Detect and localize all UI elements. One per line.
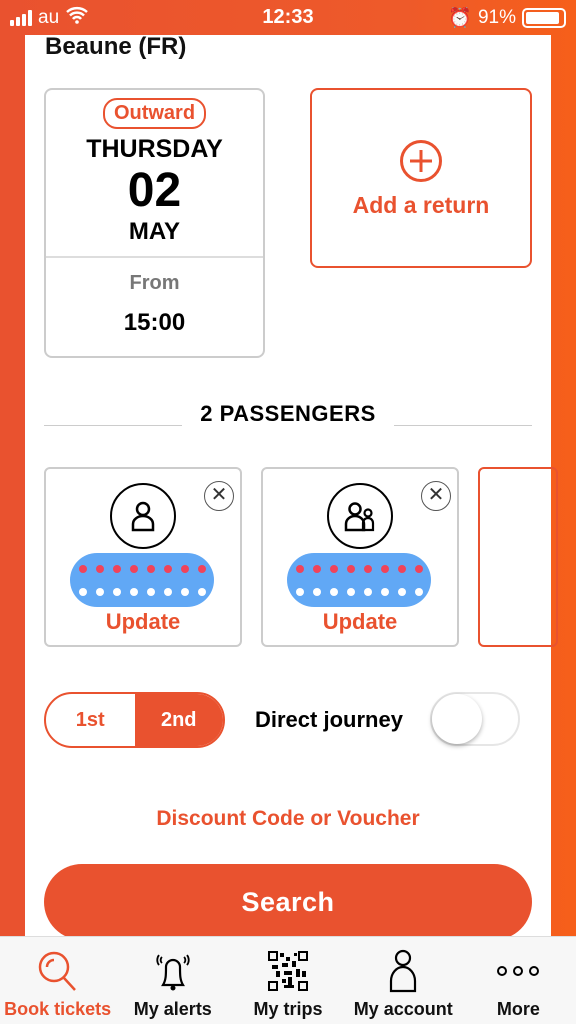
battery-icon [522,8,566,28]
direct-journey-label: Direct journey [255,707,403,732]
status-bar: au 12:33 ⏰ 91% [0,0,576,35]
passenger-card[interactable]: ✕ No card Update [261,467,459,647]
family-icon [327,483,393,549]
bell-icon [156,954,190,991]
passengers-title: 2 PASSENGERS [44,401,532,429]
remove-passenger-icon[interactable]: ✕ [421,481,451,511]
tab-bar: Book tickets My alerts My trips My accou… [0,936,576,1024]
direct-journey-toggle[interactable] [430,692,520,746]
person-icon [390,949,417,993]
adult-icon [110,483,176,549]
update-link[interactable]: Update [263,609,457,635]
add-return-label: Add a return [352,192,490,218]
qr-code-icon [268,951,308,991]
outward-date-card[interactable]: Outward THURSDAY 02 MAY From 15:00 [44,88,265,358]
add-return-button[interactable]: Add a return [310,88,532,268]
discount-code-link[interactable]: Discount Code or Voucher [25,807,551,831]
plus-circle-icon [400,140,442,182]
weekday: THURSDAY [86,135,223,163]
departure-time[interactable]: 15:00 [46,309,263,337]
redaction-mark [70,553,214,607]
battery-percent: 91% [477,7,516,28]
tab-my-account[interactable]: My account [346,937,461,1024]
passenger-card[interactable]: ✕ No card Update [44,467,242,647]
class-selector[interactable]: 1st 2nd [44,692,225,748]
search-icon [38,951,76,991]
tab-my-alerts[interactable]: My alerts [115,937,230,1024]
tab-more[interactable]: More [461,937,576,1024]
redaction-mark [287,553,431,607]
outward-badge: Outward [102,98,207,129]
booking-card: Beaune (FR) Outward THURSDAY 02 MAY From… [25,33,558,940]
day: 02 [127,164,182,217]
class-2nd-option[interactable]: 2nd [134,694,223,746]
class-1st-option[interactable]: 1st [46,694,135,746]
search-button[interactable]: Search [44,864,532,940]
destination[interactable]: Beaune (FR) [45,33,186,61]
from-label: From [129,272,180,294]
alarm-icon: ⏰ [448,8,472,29]
update-link[interactable]: Update [46,609,240,635]
remove-passenger-icon[interactable]: ✕ [204,481,234,511]
more-icon [497,966,540,976]
month: MAY [128,218,181,245]
tab-book-tickets[interactable]: Book tickets [0,937,115,1024]
tab-my-trips[interactable]: My trips [230,937,345,1024]
add-passenger-card[interactable] [478,467,558,647]
